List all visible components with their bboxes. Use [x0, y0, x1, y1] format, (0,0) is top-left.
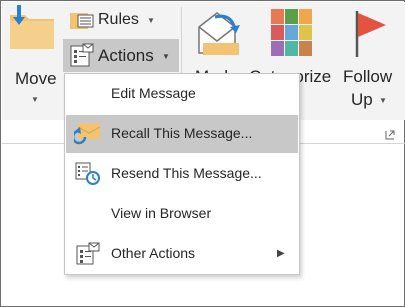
rules-button[interactable]: Rules ▼	[67, 8, 159, 34]
menu-item-label: View in Browser	[111, 205, 212, 221]
follow-up-label-line2: Up	[351, 90, 373, 109]
move-label: Move	[15, 69, 57, 88]
actions-label: Actions	[98, 46, 154, 65]
menu-item-resend-message[interactable]: Resend This Message...	[66, 155, 298, 193]
menu-item-label: Edit Message	[111, 85, 196, 101]
other-actions-icon	[74, 241, 102, 272]
flag-icon	[353, 9, 389, 64]
resend-message-icon	[74, 161, 102, 192]
follow-up-label: Follow	[343, 67, 393, 86]
outlook-window: Move ▼ Rules ▼ Actions ▼ Follow Up ▼ Edi…	[0, 0, 405, 307]
dialog-launcher-icon[interactable]	[385, 127, 395, 145]
actions-button[interactable]: Actions ▼	[63, 39, 179, 72]
menu-item-recall-message[interactable]: Recall This Message...	[66, 115, 298, 153]
follow-up-button[interactable]: Follow Up ▼	[339, 3, 403, 115]
menu-item-other-actions[interactable]: Other Actions ▶	[66, 235, 298, 273]
rules-icon	[70, 11, 94, 36]
menu-item-label: Recall This Message...	[111, 125, 253, 141]
chevron-down-icon: ▼	[162, 52, 170, 61]
chevron-down-icon: ▼	[379, 96, 387, 105]
actions-dropdown-menu: Edit Message Recall This Message... Rese…	[64, 73, 300, 275]
rules-label: Rules	[98, 11, 139, 28]
menu-item-view-in-browser[interactable]: View in Browser	[66, 195, 298, 233]
menu-item-label: Other Actions	[111, 245, 196, 261]
menu-item-edit-message[interactable]: Edit Message	[66, 75, 298, 113]
categorize-grid-icon	[271, 9, 313, 62]
actions-icon	[69, 42, 95, 73]
menu-item-label: Resend This Message...	[111, 165, 262, 181]
move-folder-icon	[7, 3, 57, 60]
chevron-down-icon: ▼	[31, 95, 39, 104]
recall-message-icon	[71, 121, 102, 152]
chevron-down-icon: ▼	[147, 16, 155, 25]
mark-unread-envelope-icon	[195, 7, 243, 62]
move-button[interactable]: Move ▼	[5, 3, 59, 115]
submenu-arrow-icon: ▶	[277, 248, 285, 259]
